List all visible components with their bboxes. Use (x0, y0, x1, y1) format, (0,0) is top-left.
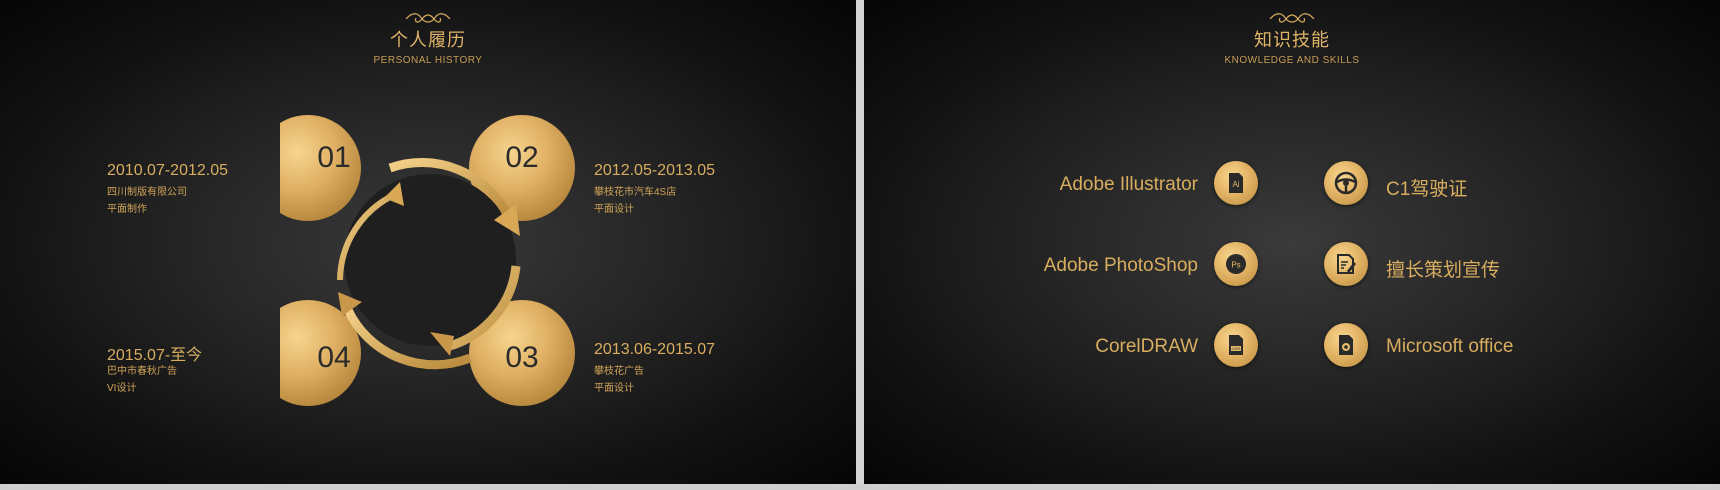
illustrator-icon: Ai (1214, 161, 1258, 205)
entry-role-04: VI设计 (107, 383, 137, 394)
skill-label-office: Microsoft office (1386, 336, 1514, 357)
skill-label-photoshop: Adobe PhotoShop (1043, 255, 1198, 276)
entry-role-03: 平面设计 (594, 383, 634, 394)
svg-text:CDR: CDR (1232, 346, 1241, 351)
page-subtitle: PERSONAL HISTORY (373, 55, 483, 66)
step-number-02: 02 (505, 141, 539, 174)
page-title: 个人履历 (390, 30, 466, 50)
bottom-strip (0, 484, 1720, 490)
entry-company-02: 攀枝花市汽车4S店 (594, 187, 677, 198)
entry-role-02: 平面设计 (594, 204, 634, 215)
step-number-04: 04 (317, 341, 351, 374)
svg-text:Ai: Ai (1232, 180, 1239, 189)
entry-date-04: 2015.07-至今 (107, 347, 203, 364)
coreldraw-icon: CDR (1214, 323, 1258, 367)
skill-label-illustrator: Adobe Illustrator (1059, 174, 1198, 195)
step-number-01: 01 (317, 141, 351, 174)
entry-company-04: 巴中市春秋广告 (107, 366, 177, 377)
page-subtitle: KNOWLEDGE AND SKILLS (1224, 55, 1360, 66)
skill-label-driving-license: C1驾驶证 (1386, 179, 1468, 200)
entry-date-03: 2013.06-2015.07 (594, 341, 715, 358)
document-edit-icon (1324, 242, 1368, 286)
step-number-03: 03 (505, 341, 539, 374)
steering-wheel-icon (1324, 161, 1368, 205)
entry-role-01: 平面制作 (107, 204, 147, 215)
page-title: 知识技能 (1254, 30, 1330, 50)
slide-knowledge-skills[interactable]: 知识技能 KNOWLEDGE AND SKILLS Adobe Illustra… (864, 0, 1720, 484)
slide-personal-history[interactable]: 个人履历 PERSONAL HISTORY 01 02 03 04 2010.0… (0, 0, 856, 484)
entry-date-01: 2010.07-2012.05 (107, 162, 228, 179)
slide-divider (856, 0, 864, 490)
entry-date-02: 2012.05-2013.05 (594, 162, 715, 179)
ornament-icon (405, 13, 451, 23)
skill-label-planning: 擅长策划宣传 (1386, 260, 1501, 281)
office-icon (1324, 323, 1368, 367)
ornament-icon (1269, 13, 1315, 23)
entry-company-03: 攀枝花广告 (594, 366, 644, 377)
svg-text:Ps: Ps (1231, 261, 1240, 270)
entry-company-01: 四川制版有限公司 (107, 187, 187, 198)
skill-label-coreldraw: CorelDRAW (1095, 336, 1198, 357)
photoshop-icon: Ps (1214, 242, 1258, 286)
